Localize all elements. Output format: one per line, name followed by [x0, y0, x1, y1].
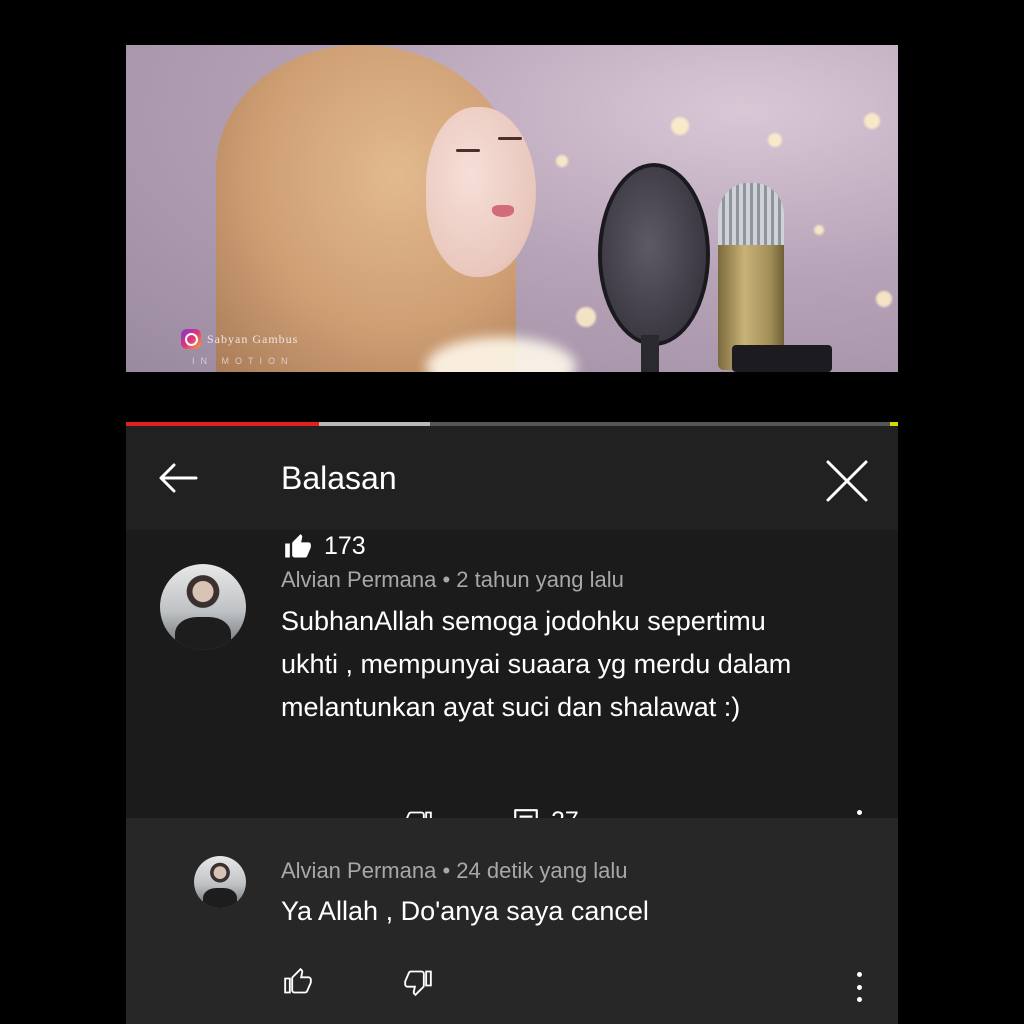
avatar[interactable]: [160, 564, 246, 650]
like-count: 173: [324, 532, 366, 560]
bokeh-light: [671, 117, 689, 135]
singer-mouth: [492, 205, 514, 217]
watermark-subtitle: IN MOTION: [192, 356, 294, 366]
comment-text-line: ukhti , mempunyai suaara yg merdu dalam: [281, 649, 792, 679]
more-vert-icon: [856, 810, 862, 815]
comment-text: SubhanAllah semoga jodohku sepertimu ukh…: [281, 600, 881, 729]
comment-text-line: Ya Allah , Do'anya saya cancel: [281, 896, 649, 926]
thumbs-up-filled-icon: [285, 533, 311, 557]
comment-time: 2 tahun yang lalu: [456, 567, 624, 592]
close-icon: [826, 460, 868, 502]
back-button[interactable]: [156, 456, 200, 500]
meta-separator: •: [442, 858, 451, 883]
thumbs-up-icon: [284, 968, 312, 994]
comment-text-line: melantunkan ayat suci dan shalawat :): [281, 692, 741, 722]
singer-eye: [498, 137, 522, 140]
like-button[interactable]: 173: [284, 532, 366, 561]
video-player[interactable]: Sabyan Gambus IN MOTION: [126, 45, 898, 372]
page-title: Balasan: [281, 460, 397, 496]
comment-meta: Alvian Permana • 2 tahun yang lalu: [281, 567, 624, 593]
microphone-stand: [732, 345, 832, 372]
comment-text-line: SubhanAllah semoga jodohku sepertimu: [281, 606, 766, 636]
comment-time: 24 detik yang lalu: [456, 858, 628, 883]
instagram-watermark: Sabyan Gambus: [181, 329, 298, 349]
pop-filter-stem: [641, 335, 659, 372]
avatar[interactable]: [194, 856, 246, 908]
instagram-icon: [181, 329, 201, 349]
comment-text: Ya Allah , Do'anya saya cancel: [281, 890, 881, 933]
close-button[interactable]: [822, 456, 872, 506]
youtube-app: Sabyan Gambus IN MOTION Balasan Alvian P…: [126, 45, 898, 1024]
dislike-button[interactable]: [404, 968, 432, 996]
more-options-button[interactable]: [854, 972, 864, 1002]
bokeh-light: [556, 155, 568, 167]
parent-comment: Alvian Permana • 2 tahun yang lalu Subha…: [126, 530, 898, 840]
bokeh-light: [876, 291, 892, 307]
bokeh-light: [814, 225, 824, 235]
more-vert-icon: [856, 972, 862, 977]
pop-filter: [598, 163, 710, 346]
comment-meta: Alvian Permana • 24 detik yang lalu: [281, 858, 628, 884]
watermark-handle: Sabyan Gambus: [207, 331, 299, 346]
bokeh-light: [768, 133, 782, 147]
meta-separator: •: [442, 567, 451, 592]
singer-face: [426, 107, 536, 277]
reply-comment: Alvian Permana • 24 detik yang lalu Ya A…: [126, 818, 898, 1024]
comment-author[interactable]: Alvian Permana: [281, 567, 436, 592]
bokeh-light: [576, 307, 596, 327]
thumbs-down-icon: [404, 970, 432, 996]
bokeh-light: [864, 113, 880, 129]
like-button[interactable]: [284, 968, 312, 996]
replies-header: Balasan: [126, 426, 898, 530]
comment-author[interactable]: Alvian Permana: [281, 858, 436, 883]
arrow-left-icon: [159, 463, 198, 493]
singer-eye: [456, 149, 480, 152]
